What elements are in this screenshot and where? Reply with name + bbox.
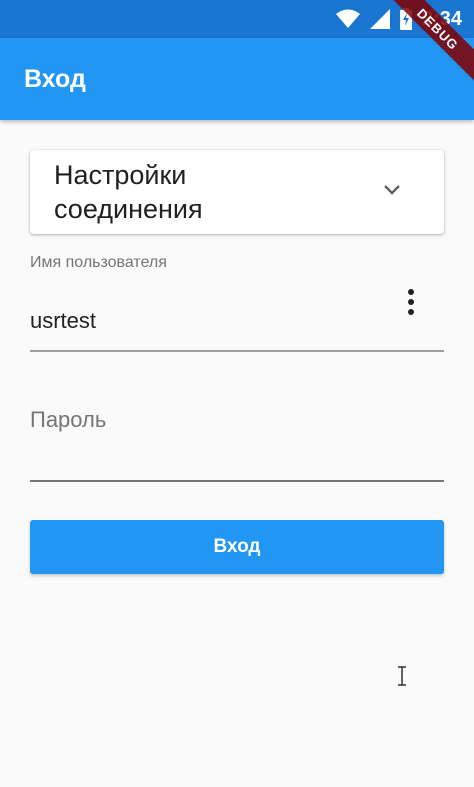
chevron-down-icon: [384, 185, 400, 195]
connection-settings-dropdown[interactable]: Настройки соединения: [30, 150, 444, 234]
password-placeholder: Пароль: [30, 407, 107, 432]
login-form: Настройки соединения Имя пользователя us…: [30, 150, 444, 574]
more-vert-icon[interactable]: [406, 288, 416, 318]
app-title: Вход: [24, 64, 86, 93]
text-cursor-icon: [398, 666, 406, 686]
username-value: usrtest: [30, 308, 97, 333]
login-button[interactable]: Вход: [30, 520, 444, 574]
password-field[interactable]: Пароль: [30, 406, 444, 482]
username-field[interactable]: usrtest: [30, 289, 444, 352]
username-label: Имя пользователя: [30, 254, 167, 271]
app-bar: Вход: [0, 38, 474, 120]
wifi-icon: [335, 9, 360, 28]
connection-settings-label: Настройки соединения: [54, 160, 203, 224]
signal-icon: [369, 9, 390, 29]
